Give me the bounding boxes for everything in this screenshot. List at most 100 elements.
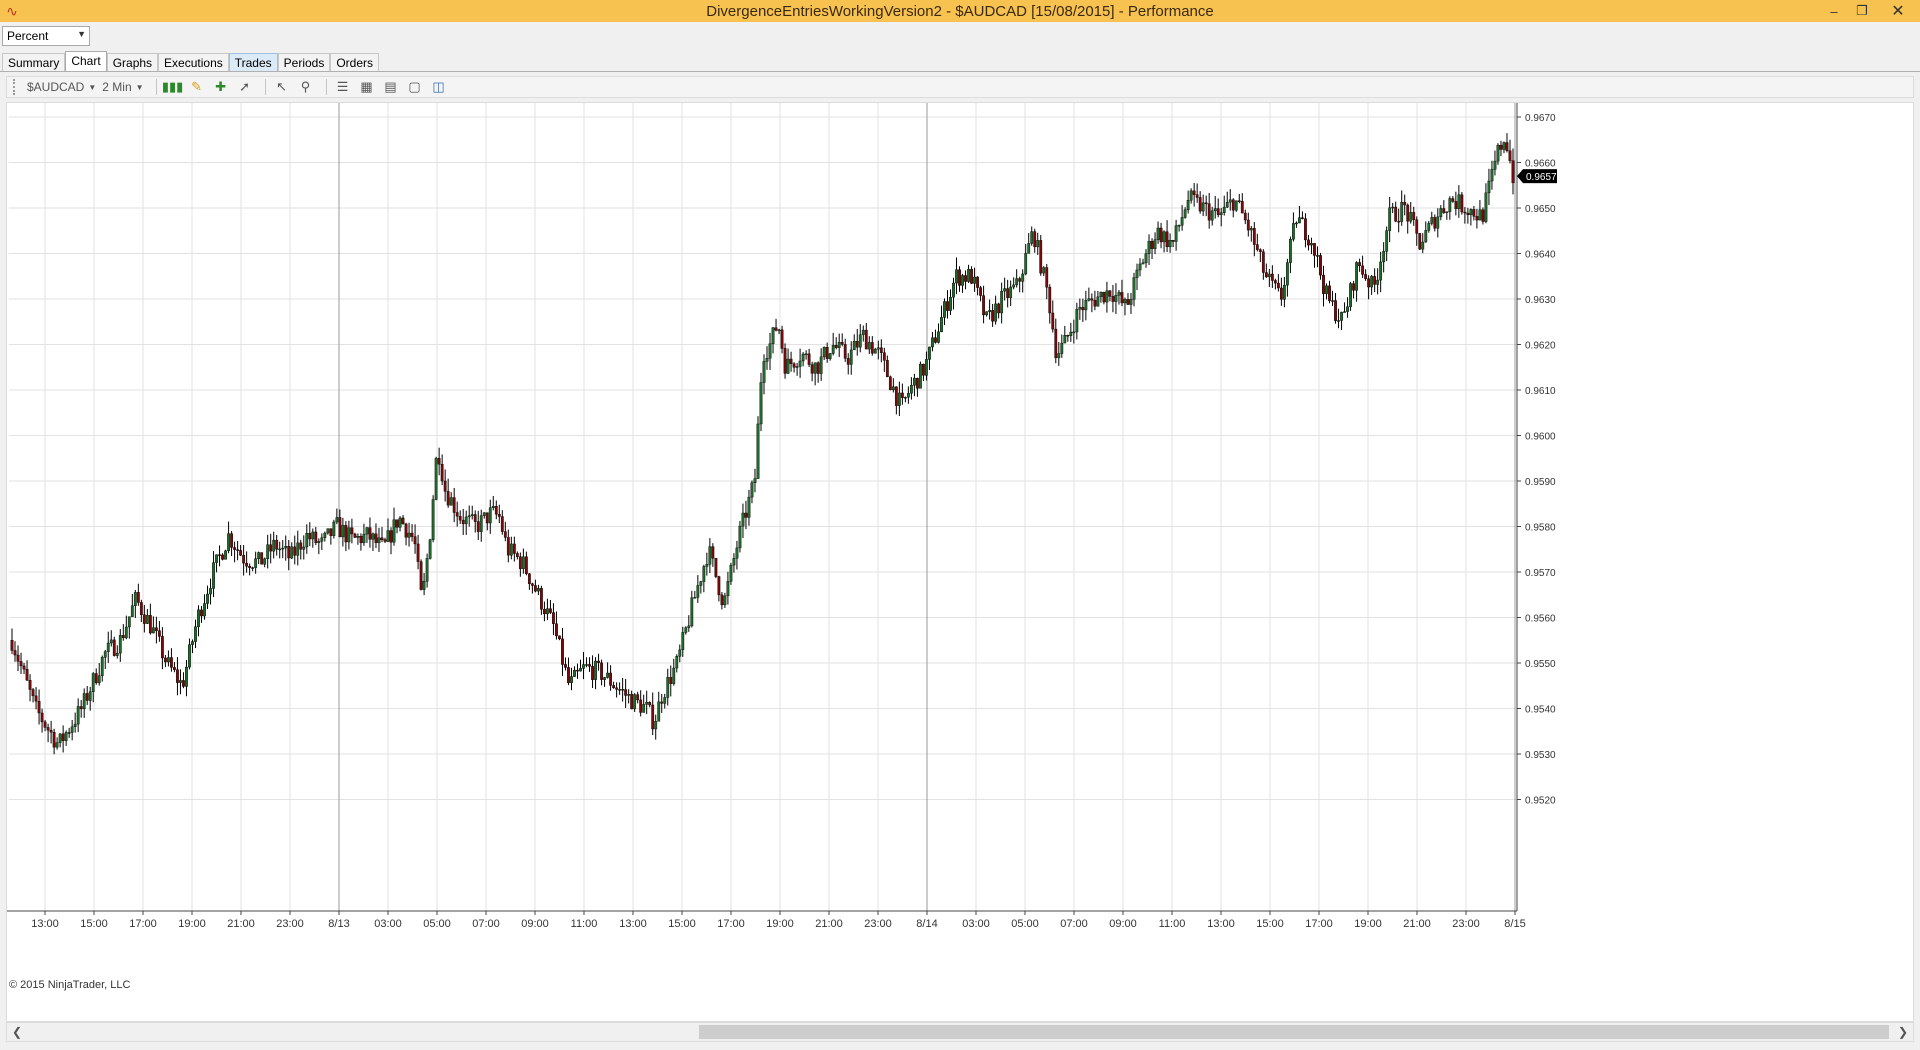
candle-body (810, 364, 814, 374)
toolbar-separator (264, 79, 266, 95)
candle-body (864, 329, 868, 350)
candle-body (458, 516, 462, 521)
candle-body (248, 566, 252, 568)
candle-body (1319, 255, 1322, 276)
candle-body (227, 533, 230, 552)
candle-body (154, 627, 158, 631)
zoom-icon[interactable]: ⚲ (296, 78, 316, 96)
tab-trades[interactable]: Trades (228, 53, 278, 72)
restore-button[interactable]: ❐ (1848, 0, 1876, 22)
candle-body (79, 706, 83, 710)
tab-summary[interactable]: Summary (2, 53, 66, 72)
candle-body (524, 556, 528, 574)
tab-chart[interactable]: Chart (65, 51, 107, 72)
interval-selector[interactable]: 2 Min ▼ (102, 80, 143, 94)
candle-body (840, 341, 844, 345)
candle-body (118, 635, 122, 654)
bar-style-icon[interactable]: ▮▮▮ (162, 78, 183, 96)
price-chart[interactable]: 0.9670 0.9660 0.9650 0.9640 0.9630 0.9620 0.96… (6, 102, 1914, 1022)
candle-body (139, 602, 143, 615)
candle-body (684, 627, 688, 633)
time-tick-label: 07:00 (1060, 918, 1088, 930)
candle-body (374, 533, 378, 543)
candle-body (356, 536, 360, 538)
drawing-pencil-icon[interactable]: ✎ (187, 78, 207, 96)
candle-body (1400, 201, 1404, 222)
candle-body (115, 652, 119, 656)
candle-body (164, 657, 167, 663)
candle-body (1252, 228, 1256, 245)
window-layout-icon[interactable]: ◫ (429, 78, 449, 96)
candle-body (100, 657, 104, 676)
candle-body (666, 677, 670, 698)
display-unit-select[interactable]: Percent ▼ (2, 26, 90, 46)
candle-body (916, 377, 919, 389)
tab-orders[interactable]: Orders (330, 53, 380, 72)
candle-body (828, 353, 832, 359)
candle-body (717, 576, 721, 596)
crosshair-icon[interactable]: ➚ (235, 78, 255, 96)
candle-body (949, 297, 952, 311)
minimize-button[interactable]: – (1820, 0, 1848, 22)
draw-tools-icon[interactable]: ✚ (211, 78, 231, 96)
candle-body (425, 558, 429, 582)
candle-body (1496, 144, 1500, 162)
time-tick-label: 19:00 (178, 918, 206, 930)
candle-body (1180, 217, 1184, 226)
candle-body (1228, 199, 1232, 203)
candle-body (1415, 219, 1419, 234)
indicators-icon[interactable]: ▤ (381, 78, 401, 96)
candle-body (576, 669, 579, 672)
price-axis: 0.9670 0.9660 0.9650 0.9640 0.9630 0.9620 0.96… (1516, 103, 1557, 911)
candle-body (218, 554, 221, 556)
candle-body (31, 689, 35, 697)
candle-body (931, 337, 934, 348)
candle-body (1159, 227, 1163, 243)
candle-body (732, 558, 736, 566)
candle-body (1216, 208, 1220, 215)
candle-body (1030, 231, 1034, 244)
chart-horizontal-scrollbar[interactable]: ❮ ❯ (6, 1022, 1914, 1042)
candle-body (1018, 278, 1022, 282)
candle-body (97, 675, 101, 684)
candle-body (64, 732, 68, 741)
properties-icon[interactable]: ☰ (333, 78, 353, 96)
time-tick-label: 11:00 (571, 918, 598, 930)
candle-body (1249, 228, 1253, 231)
tab-periods[interactable]: Periods (277, 53, 331, 72)
ninjatrader-app-icon[interactable]: ∿ (4, 3, 20, 19)
time-tick-label: 09:00 (521, 918, 549, 930)
candle-body (1463, 211, 1467, 214)
instrument-selector[interactable]: $AUDCAD ▼ (27, 80, 96, 94)
candle-body (906, 392, 910, 398)
candle-body (609, 672, 612, 686)
candle-body (212, 562, 215, 589)
candle-body (645, 702, 649, 705)
candle-body (16, 654, 20, 662)
scroll-thumb[interactable] (699, 1025, 1889, 1039)
candle-body (296, 542, 300, 556)
candle-body (759, 382, 763, 425)
cursor-icon[interactable]: ↖ (272, 78, 292, 96)
candle-body (103, 651, 107, 658)
tab-graphs[interactable]: Graphs (106, 53, 159, 72)
tab-executions[interactable]: Executions (158, 53, 229, 72)
toolbar-grip[interactable] (13, 79, 17, 95)
candle-body (347, 527, 351, 543)
close-button[interactable]: ✕ (1876, 0, 1920, 22)
chart-canvas[interactable]: 0.9670 0.9660 0.9650 0.9640 0.9630 0.9620 0.96… (7, 103, 1915, 1023)
scroll-right-icon[interactable]: ❯ (1895, 1024, 1911, 1040)
candle-body (287, 546, 291, 559)
time-tick-label: 07:00 (472, 918, 500, 930)
data-box-icon[interactable]: ▢ (405, 78, 425, 96)
candle-body (380, 537, 384, 540)
candle-body (1295, 222, 1298, 225)
candle-body (846, 358, 850, 365)
price-tick-label: 0.9650 (1525, 204, 1556, 215)
copyright-notice: © 2015 NinjaTrader, LLC (9, 979, 131, 991)
candle-body (1285, 262, 1289, 286)
strategies-icon[interactable]: ▦ (357, 78, 377, 96)
scroll-left-icon[interactable]: ❮ (9, 1024, 25, 1040)
candle-body (1439, 208, 1443, 218)
time-tick-label: 21:00 (227, 918, 255, 930)
